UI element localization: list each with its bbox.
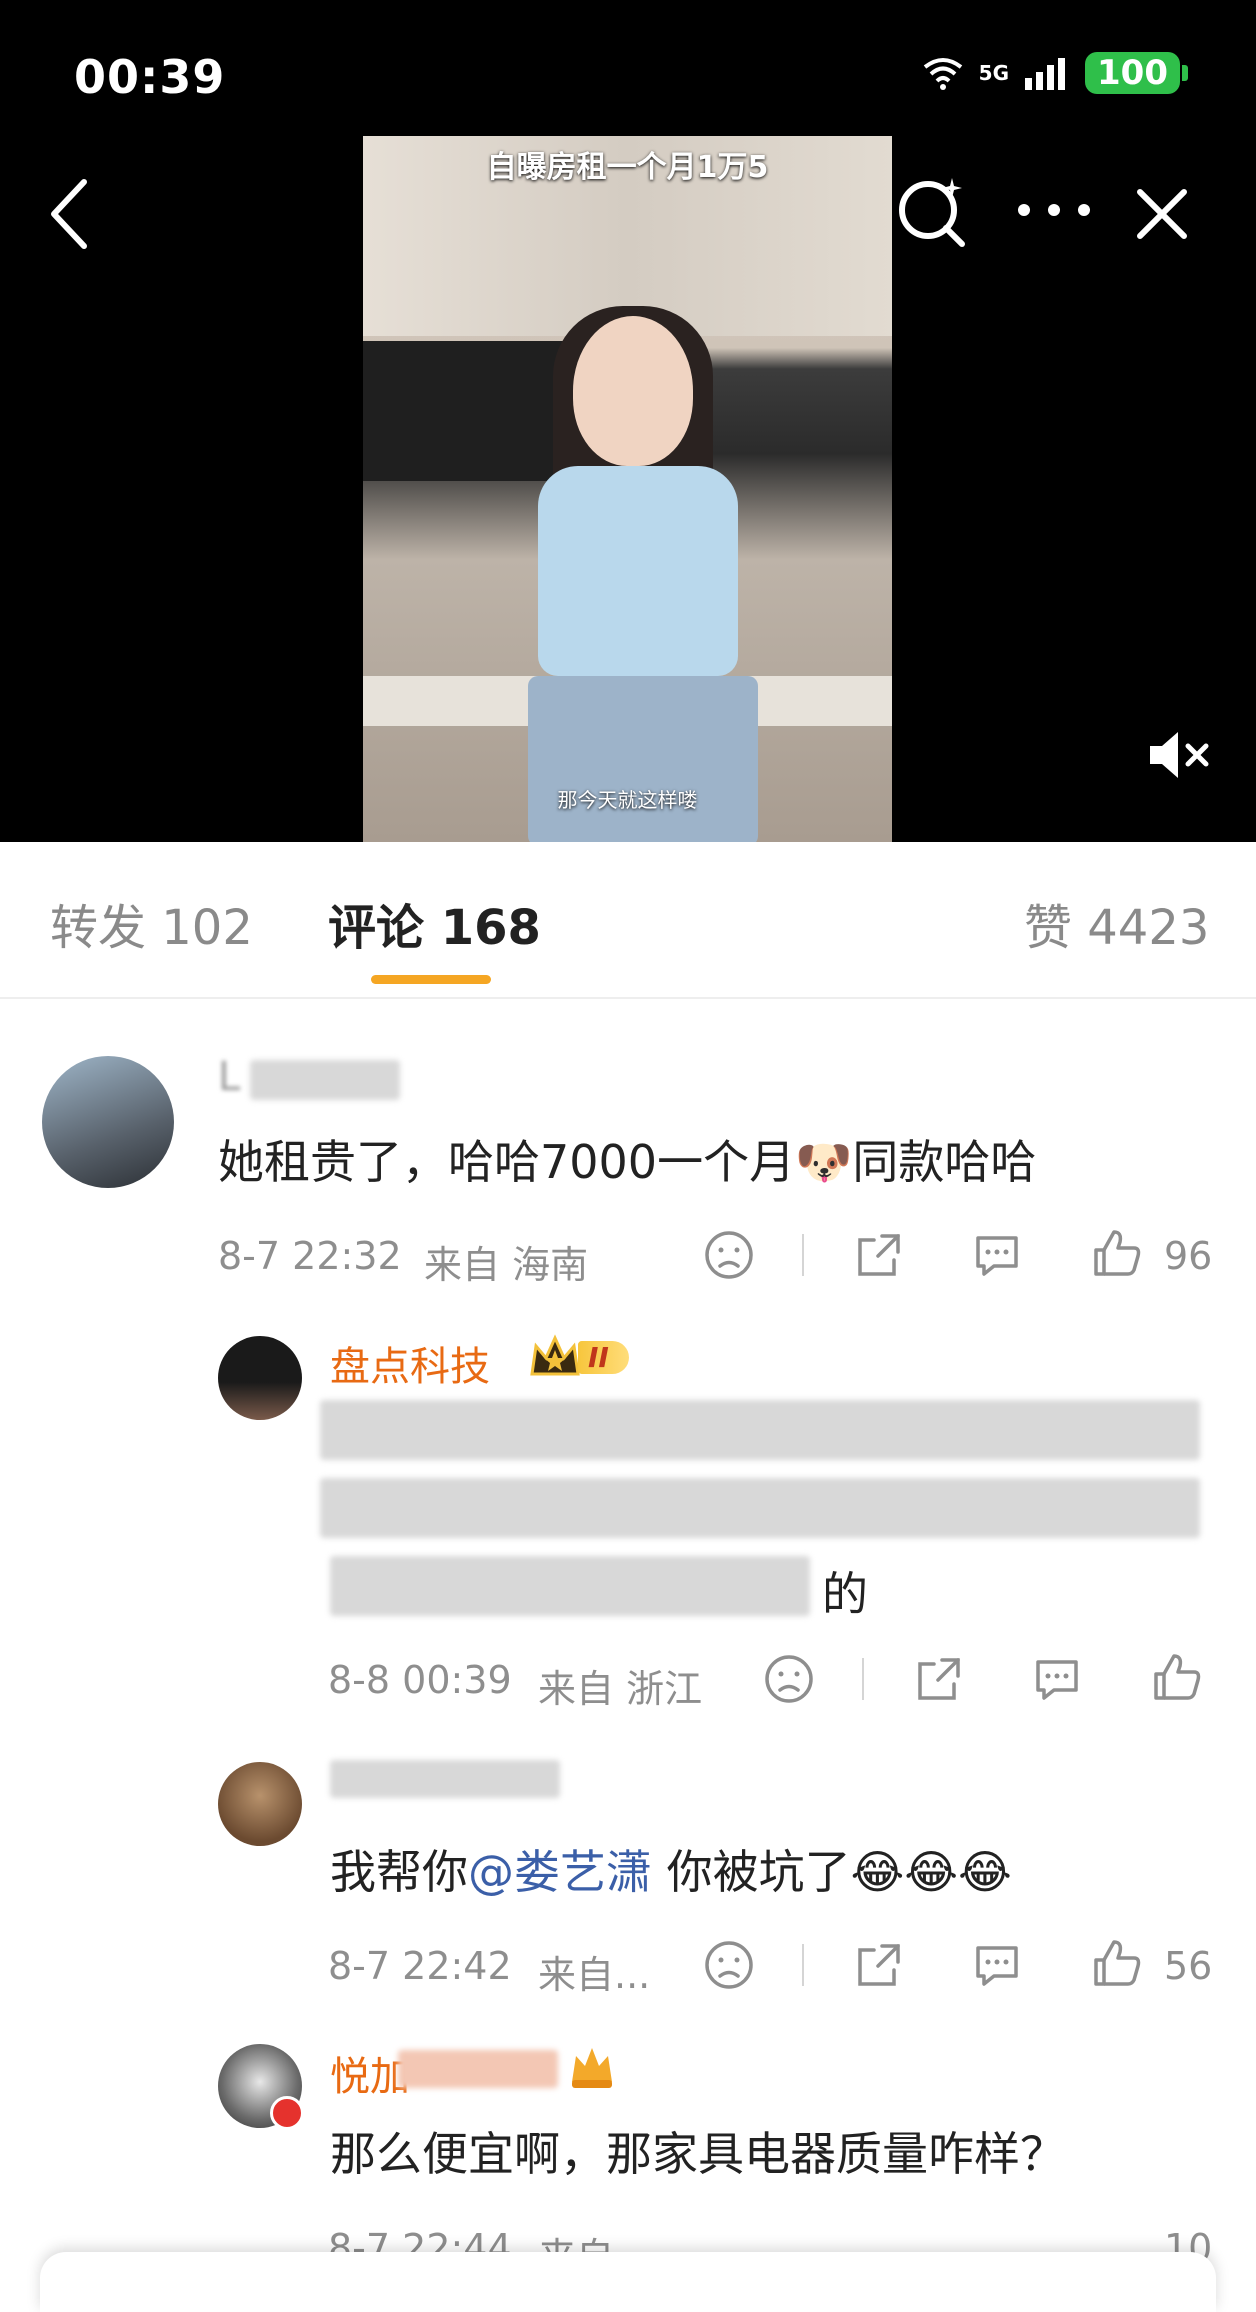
tab-comments[interactable]: 评论 168 xyxy=(328,888,541,958)
back-icon[interactable] xyxy=(44,176,96,252)
dislike-icon[interactable] xyxy=(762,1652,816,1706)
crown-badge-icon xyxy=(572,2048,612,2088)
wifi-icon xyxy=(923,58,962,90)
blurred-text xyxy=(320,1478,1200,1538)
comment-text: 那么便宜啊，那家具电器质量咋样？ xyxy=(330,2127,1066,2181)
divider xyxy=(862,1658,864,1700)
close-icon[interactable] xyxy=(1134,186,1190,242)
like-icon[interactable] xyxy=(1090,1226,1144,1280)
dislike-icon[interactable] xyxy=(702,1228,756,1282)
like-icon[interactable] xyxy=(1090,1936,1144,1990)
blurred-text xyxy=(330,1556,810,1616)
bottom-sheet[interactable] xyxy=(40,2252,1216,2312)
avatar[interactable] xyxy=(218,1336,302,1420)
blurred-name xyxy=(330,1760,560,1798)
commenter-name[interactable]: L xyxy=(218,1054,240,1100)
comment-text-prefix: 我帮你 xyxy=(330,1845,468,1899)
comment-icon[interactable] xyxy=(970,1938,1024,1992)
mute-icon[interactable] xyxy=(1144,726,1214,784)
person-jeans xyxy=(528,676,758,842)
dislike-icon[interactable] xyxy=(702,1938,756,1992)
person-face xyxy=(573,316,693,466)
comment-location: 来自 浙江 xyxy=(538,1667,703,1711)
comment-text-suffix: 你被坑了😂😂😂 xyxy=(652,1845,1012,1899)
more-icon[interactable] xyxy=(1014,198,1094,222)
blurred-text xyxy=(320,1400,1200,1460)
share-icon[interactable] xyxy=(912,1652,966,1706)
blurred-name xyxy=(398,2050,558,2088)
battery-tip xyxy=(1182,65,1188,81)
search-icon[interactable] xyxy=(894,172,970,248)
avatar[interactable] xyxy=(218,1762,302,1846)
comment-text: 我帮你@娄艺潇 你被坑了😂😂😂 xyxy=(330,1836,1012,1902)
divider xyxy=(802,1234,804,1276)
tab-likes[interactable]: 赞 4423 xyxy=(1024,888,1209,958)
vip-badge: II xyxy=(528,1334,629,1380)
comment-time: 8-7 22:42 xyxy=(328,1944,512,1988)
comment-text-tail: 的 xyxy=(822,1567,868,1621)
status-icons: 5G 100 xyxy=(921,52,1188,94)
blurred-name xyxy=(250,1060,400,1100)
divider xyxy=(802,1944,804,1986)
comment-location: 来自... xyxy=(538,1953,651,1997)
share-icon[interactable] xyxy=(852,1228,906,1282)
mention-link[interactable]: @娄艺潇 xyxy=(468,1845,652,1899)
like-count: 96 xyxy=(1164,1234,1213,1278)
network-type: 5G xyxy=(978,61,1010,85)
comment-location: 来自 海南 xyxy=(424,1243,589,1287)
verified-badge-icon xyxy=(270,2096,304,2130)
comment-time: 8-8 00:39 xyxy=(328,1658,512,1702)
battery-indicator: 100 xyxy=(1085,52,1180,94)
comment-text: 她租贵了，哈哈7000一个月🐶同款哈哈 xyxy=(218,1135,1037,1189)
video-frame[interactable]: 自曝房租一个月1万5 那今天就这样喽 xyxy=(363,136,892,842)
active-tab-indicator xyxy=(371,975,491,984)
level-badge: II xyxy=(578,1340,629,1374)
video-caption-top: 自曝房租一个月1万5 xyxy=(486,150,769,185)
share-icon[interactable] xyxy=(852,1938,906,1992)
status-time: 00:39 xyxy=(74,50,226,104)
comment-icon[interactable] xyxy=(1030,1652,1084,1706)
video-caption-bottom: 那今天就这样喽 xyxy=(557,788,698,812)
like-icon[interactable] xyxy=(1150,1650,1204,1704)
comment-icon[interactable] xyxy=(970,1228,1024,1282)
signal-icon xyxy=(1025,58,1066,90)
tab-reposts[interactable]: 转发 102 xyxy=(50,888,253,958)
avatar[interactable] xyxy=(42,1056,174,1188)
crown-icon xyxy=(530,1334,580,1376)
person-top xyxy=(538,466,738,676)
comment-time: 8-7 22:32 xyxy=(218,1234,402,1278)
commenter-name[interactable]: 盘点科技 xyxy=(330,1334,490,1392)
like-count: 56 xyxy=(1164,1944,1213,1988)
